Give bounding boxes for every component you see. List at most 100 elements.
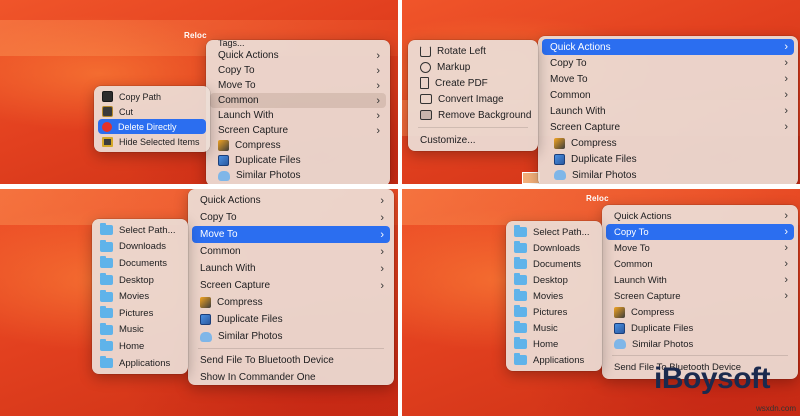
chevron-right-icon: › bbox=[376, 109, 380, 122]
chevron-right-icon: › bbox=[784, 105, 788, 117]
folder-item-music[interactable]: Music bbox=[96, 322, 184, 339]
menu-item-move-to[interactable]: Move To › bbox=[606, 240, 794, 256]
submenu-item-customize[interactable]: Customize... bbox=[412, 132, 534, 148]
submenu-item-hide-selected[interactable]: Hide Selected Items bbox=[98, 134, 206, 149]
context-menu: Quick Actions › Copy To › Move To › Common ›… bbox=[538, 36, 798, 184]
folder-icon bbox=[100, 306, 113, 319]
folder-item-documents[interactable]: Documents bbox=[510, 256, 598, 272]
menu-item-copy-to[interactable]: Copy To › bbox=[542, 55, 794, 71]
remove-background-icon bbox=[420, 110, 432, 120]
scissors-icon bbox=[102, 106, 113, 117]
compress-icon bbox=[614, 306, 625, 318]
hide-icon bbox=[102, 136, 113, 147]
menu-item-duplicate-files[interactable]: Duplicate Files bbox=[542, 151, 794, 167]
folder-item-pictures[interactable]: Pictures bbox=[510, 304, 598, 320]
menu-item-common[interactable]: Common › bbox=[210, 93, 386, 108]
compress-icon bbox=[200, 297, 211, 308]
folder-icon bbox=[100, 322, 113, 335]
folder-icon bbox=[514, 353, 527, 365]
folder-item-home[interactable]: Home bbox=[510, 336, 598, 352]
menu-item-compress[interactable]: Compress bbox=[606, 304, 794, 320]
menu-item-move-to[interactable]: Move To › bbox=[542, 71, 794, 87]
chevron-right-icon: › bbox=[376, 79, 380, 92]
chevron-right-icon: › bbox=[784, 41, 788, 53]
menu-item-common[interactable]: Common › bbox=[606, 256, 794, 272]
folder-item-applications[interactable]: Applications bbox=[96, 355, 184, 372]
folder-item-applications[interactable]: Applications bbox=[510, 352, 598, 368]
menu-item-send-bluetooth[interactable]: Send File To Bluetooth Device bbox=[192, 352, 390, 369]
folder-item-desktop[interactable]: Desktop bbox=[510, 272, 598, 288]
menu-item-compress[interactable]: Compress bbox=[192, 294, 390, 311]
menu-item-launch-with[interactable]: Launch With › bbox=[192, 260, 390, 277]
submenu-item-rotate-left[interactable]: Rotate Left bbox=[412, 43, 534, 59]
folder-item-downloads[interactable]: Downloads bbox=[510, 240, 598, 256]
submenu-item-copy-path[interactable]: Copy Path bbox=[98, 89, 206, 104]
folder-item-downloads[interactable]: Downloads bbox=[96, 239, 184, 256]
folder-item-select-path[interactable]: Select Path... bbox=[510, 224, 598, 240]
submenu-item-delete-directly[interactable]: Delete Directly bbox=[98, 119, 206, 134]
menu-item-duplicate-files[interactable]: Duplicate Files bbox=[192, 311, 390, 328]
folder-item-select-path[interactable]: Select Path... bbox=[96, 222, 184, 239]
menu-item-screen-capture[interactable]: Screen Capture › bbox=[210, 123, 386, 138]
chevron-right-icon: › bbox=[784, 57, 788, 69]
copy-to-submenu: Select Path... Downloads Documents Deskt… bbox=[506, 221, 602, 371]
menu-item-similar-photos[interactable]: Similar Photos bbox=[210, 168, 386, 183]
menu-item-duplicate-files[interactable]: Duplicate Files bbox=[210, 153, 386, 168]
image-icon bbox=[420, 94, 432, 104]
menu-item-launch-with[interactable]: Launch With › bbox=[542, 103, 794, 119]
folder-icon bbox=[514, 337, 527, 349]
menu-item-compress[interactable]: Compress bbox=[542, 135, 794, 151]
submenu-item-convert-image[interactable]: Convert Image bbox=[412, 91, 534, 107]
folder-item-movies[interactable]: Movies bbox=[96, 288, 184, 305]
menu-item-similar-photos[interactable]: Similar Photos bbox=[542, 167, 794, 183]
folder-item-documents[interactable]: Documents bbox=[96, 255, 184, 272]
chevron-right-icon: › bbox=[784, 73, 788, 85]
menu-item-launch-with[interactable]: Launch With › bbox=[210, 108, 386, 123]
menu-item-move-to[interactable]: Move To › bbox=[192, 226, 390, 243]
menu-item-compress[interactable]: Compress bbox=[210, 138, 386, 153]
menu-item-move-to[interactable]: Move To › bbox=[210, 78, 386, 93]
submenu-item-remove-background[interactable]: Remove Background bbox=[412, 107, 534, 123]
separator bbox=[198, 348, 384, 349]
context-menu: Quick Actions › Copy To › Move To › Common ›… bbox=[188, 189, 394, 385]
submenu-item-cut[interactable]: Cut bbox=[98, 104, 206, 119]
menu-item-launch-with[interactable]: Launch With › bbox=[606, 272, 794, 288]
menu-item-quick-actions[interactable]: Quick Actions › bbox=[210, 48, 386, 63]
quick-actions-submenu: Rotate Left Markup Create PDF Convert Im… bbox=[408, 40, 538, 151]
terminal-icon bbox=[102, 91, 113, 102]
menu-item-screen-capture[interactable]: Screen Capture › bbox=[192, 277, 390, 294]
menu-item-copy-to[interactable]: Copy To › bbox=[192, 209, 390, 226]
submenu-item-create-pdf[interactable]: Create PDF bbox=[412, 75, 534, 91]
submenu-item-markup[interactable]: Markup bbox=[412, 59, 534, 75]
menu-item-similar-photos[interactable]: Similar Photos bbox=[606, 336, 794, 352]
menu-item-screen-capture[interactable]: Screen Capture › bbox=[606, 288, 794, 304]
separator bbox=[612, 355, 788, 356]
menu-item-duplicate-files[interactable]: Duplicate Files bbox=[606, 320, 794, 336]
menu-item-copy-to[interactable]: Copy To › bbox=[606, 224, 794, 240]
chevron-right-icon: › bbox=[376, 94, 380, 107]
duplicate-files-icon bbox=[200, 314, 211, 325]
chevron-right-icon: › bbox=[784, 274, 788, 286]
menu-item-screen-capture[interactable]: Screen Capture › bbox=[542, 119, 794, 135]
folder-item-movies[interactable]: Movies bbox=[510, 288, 598, 304]
menu-item-common[interactable]: Common › bbox=[192, 243, 390, 260]
separator bbox=[418, 127, 528, 128]
menu-item-tags[interactable]: Tags... bbox=[210, 40, 386, 48]
folder-item-music[interactable]: Music bbox=[510, 320, 598, 336]
menu-item-quick-actions[interactable]: Quick Actions › bbox=[192, 192, 390, 209]
menu-item-quick-actions[interactable]: Quick Actions › bbox=[542, 39, 794, 55]
folder-item-home[interactable]: Home bbox=[96, 338, 184, 355]
menu-item-show-in-commander[interactable]: Show In Commander One bbox=[192, 369, 390, 386]
similar-photos-icon bbox=[614, 339, 626, 349]
markup-icon bbox=[420, 61, 431, 73]
duplicate-files-icon bbox=[554, 153, 565, 165]
menu-item-copy-to[interactable]: Copy To › bbox=[210, 63, 386, 78]
chevron-right-icon: › bbox=[784, 258, 788, 270]
folder-item-pictures[interactable]: Pictures bbox=[96, 305, 184, 322]
menu-item-similar-photos[interactable]: Similar Photos bbox=[192, 328, 390, 345]
chevron-right-icon: › bbox=[380, 211, 384, 224]
menu-item-quick-actions[interactable]: Quick Actions › bbox=[606, 208, 794, 224]
menu-item-common[interactable]: Common › bbox=[542, 87, 794, 103]
folder-item-desktop[interactable]: Desktop bbox=[96, 272, 184, 289]
duplicate-files-icon bbox=[614, 322, 625, 334]
